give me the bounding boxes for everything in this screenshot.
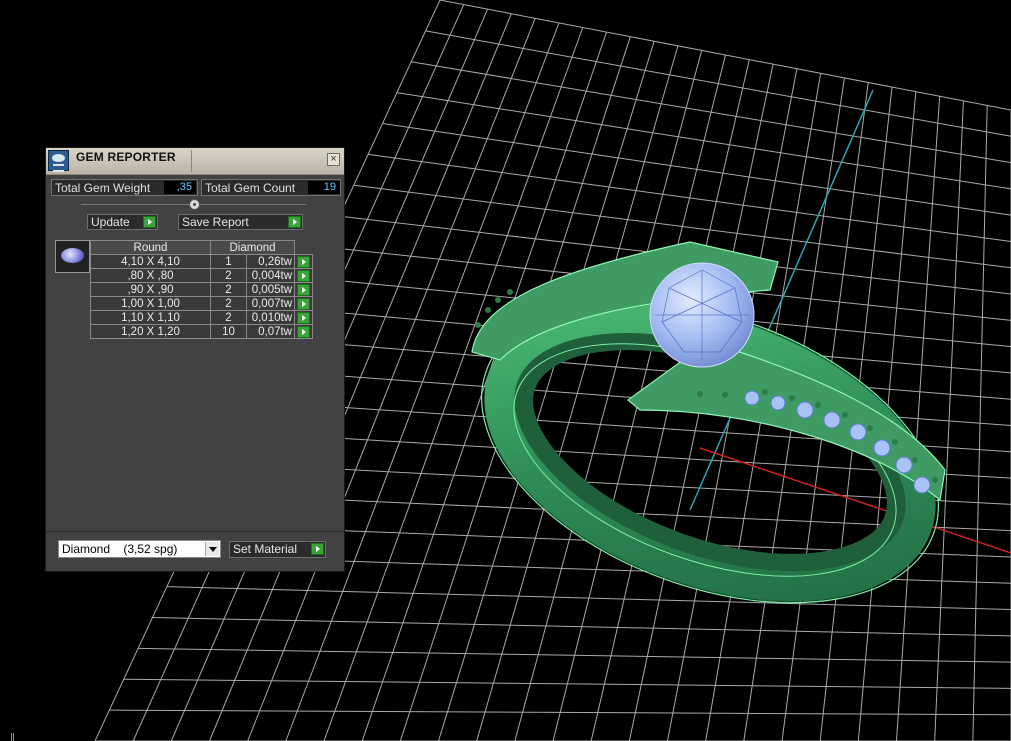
update-button[interactable]: Update — [87, 214, 158, 230]
save-report-button-label: Save Report — [182, 215, 249, 229]
gem-reporter-icon — [48, 150, 69, 172]
total-gem-weight-label: Total Gem Weight — [55, 181, 151, 195]
set-material-button[interactable]: Set Material — [229, 541, 326, 558]
total-gem-count-box: Total Gem Count 19 — [201, 179, 341, 196]
row-action-cell — [294, 310, 313, 325]
grid-line — [152, 617, 1011, 637]
row-action-cell — [294, 282, 313, 297]
gem-weight: 0,007tw — [246, 296, 295, 311]
total-gem-count-value: 19 — [308, 181, 340, 194]
grid-line — [123, 678, 1011, 689]
gem-weight: 0,005tw — [246, 282, 295, 297]
row-action-cell — [294, 296, 313, 311]
axis-indicator — [11, 733, 14, 741]
grid-line — [166, 586, 1011, 611]
gem-quantity: 2 — [210, 296, 247, 311]
gem-size: ,80 X ,80 — [90, 268, 211, 283]
green-arrow-icon[interactable] — [297, 284, 310, 296]
total-gem-weight-value: ,35 — [164, 181, 196, 194]
green-arrow-icon[interactable] — [297, 312, 310, 324]
gem-size: 1,20 X 1,20 — [90, 324, 211, 339]
gem-table: Round Diamond 4,10 X 4,10 1 0,26tw ,80 X… — [90, 240, 313, 339]
green-arrow-icon — [311, 543, 324, 555]
set-material-button-label: Set Material — [233, 542, 298, 556]
material-select-value: Diamond (3,52 spg) — [62, 542, 178, 556]
material-bar: Diamond (3,52 spg) Set Material — [46, 531, 344, 572]
gem-quantity: 10 — [210, 324, 247, 339]
gem-quantity: 2 — [210, 268, 247, 283]
gem-weight: 0,26tw — [246, 254, 295, 269]
gem-quantity: 1 — [210, 254, 247, 269]
green-arrow-icon[interactable] — [297, 270, 310, 282]
title-divider — [191, 150, 192, 172]
material-select[interactable]: Diamond (3,52 spg) — [58, 540, 221, 558]
gem-size: ,90 X ,90 — [90, 282, 211, 297]
gem-size: 1,00 X 1,00 — [90, 296, 211, 311]
table-row[interactable]: ,90 X ,90 2 0,005tw — [90, 282, 313, 297]
gem-reporter-panel: GEM REPORTER × Total Gem Weight ,35 Tota… — [45, 147, 345, 572]
table-row[interactable]: ,80 X ,80 2 0,004tw — [90, 268, 313, 283]
green-arrow-icon[interactable] — [297, 326, 310, 338]
gem-list-area — [49, 356, 339, 532]
gem-weight: 0,07tw — [246, 324, 295, 339]
row-action-cell — [294, 268, 313, 283]
row-action-cell — [294, 324, 313, 339]
gem-quantity: 2 — [210, 310, 247, 325]
row-action-cell — [294, 254, 313, 269]
grid-line — [934, 100, 964, 741]
table-row[interactable]: 4,10 X 4,10 1 0,26tw — [90, 254, 313, 269]
chevron-down-icon[interactable] — [205, 542, 219, 556]
header-spacer — [295, 241, 313, 255]
panel-splitter-handle[interactable] — [189, 199, 200, 210]
material-header: Diamond — [210, 240, 295, 255]
gem-size: 1,10 X 1,10 — [90, 310, 211, 325]
green-arrow-icon — [143, 216, 156, 228]
table-row[interactable]: 1,20 X 1,20 10 0,07tw — [90, 324, 313, 339]
gem-weight: 0,004tw — [246, 268, 295, 283]
total-gem-count-label: Total Gem Count — [205, 181, 296, 195]
table-row[interactable]: 1,00 X 1,00 2 0,007tw — [90, 296, 313, 311]
update-button-label: Update — [91, 215, 130, 229]
green-arrow-icon — [288, 216, 301, 228]
panel-title: GEM REPORTER — [76, 150, 176, 164]
grid-line — [896, 96, 941, 741]
save-report-button[interactable]: Save Report — [178, 214, 303, 230]
green-arrow-icon[interactable] — [297, 298, 310, 310]
grid-line — [138, 647, 1011, 663]
shape-header: Round — [90, 240, 211, 255]
gem-size: 4,10 X 4,10 — [90, 254, 211, 269]
round-gem-icon[interactable] — [55, 240, 90, 273]
gem-quantity: 2 — [210, 282, 247, 297]
panel-titlebar[interactable]: GEM REPORTER × — [46, 148, 344, 175]
close-button[interactable]: × — [327, 153, 340, 166]
green-arrow-icon[interactable] — [297, 256, 310, 268]
gem-weight: 0,010tw — [246, 310, 295, 325]
table-row[interactable]: 1,10 X 1,10 2 0,010tw — [90, 310, 313, 325]
total-gem-weight-box: Total Gem Weight ,35 — [51, 179, 198, 196]
